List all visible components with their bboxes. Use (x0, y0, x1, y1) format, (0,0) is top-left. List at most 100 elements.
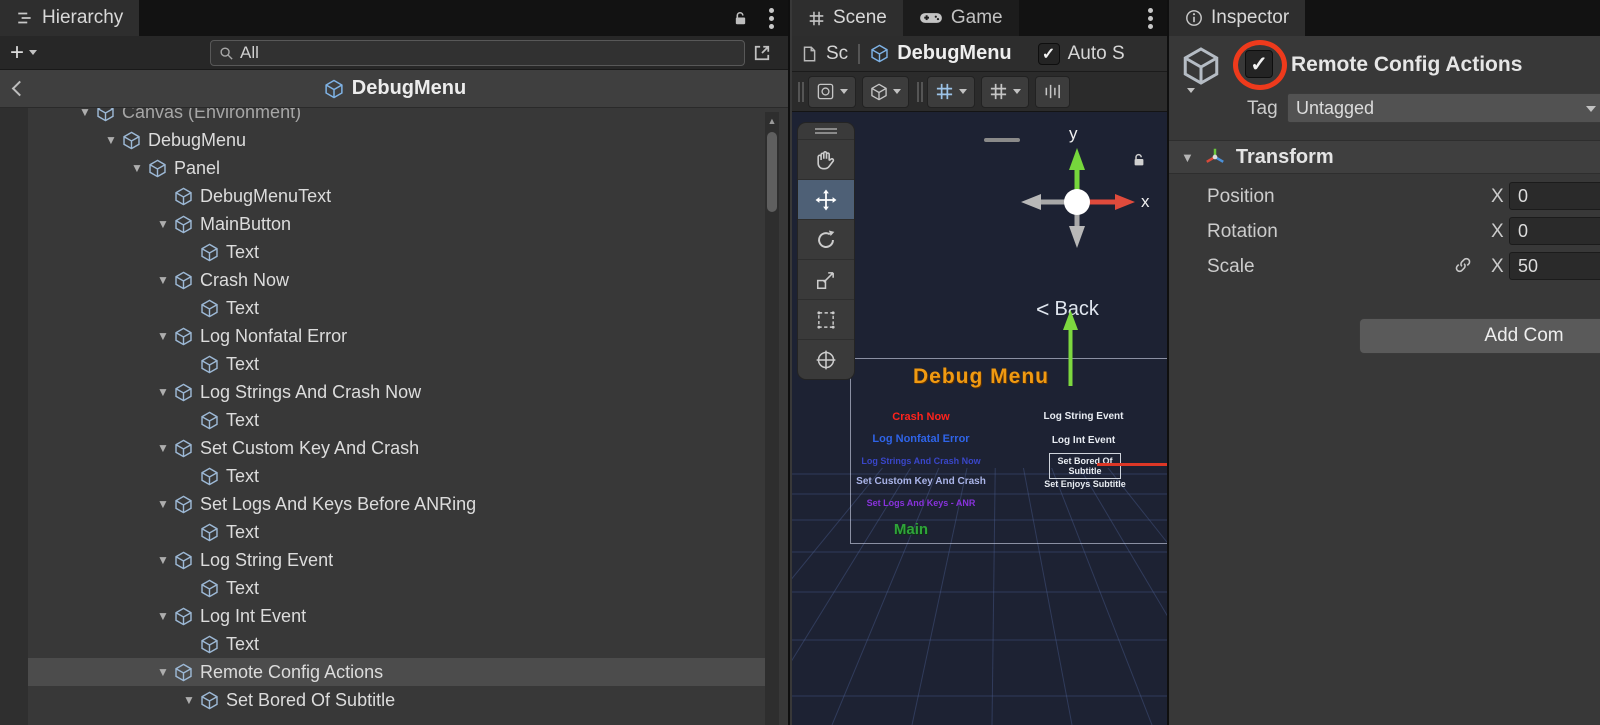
view-options-dropdown[interactable] (862, 76, 909, 108)
divider (858, 44, 860, 64)
hand-icon (815, 149, 837, 171)
foldout-icon[interactable]: ▼ (126, 161, 148, 175)
picker-icon[interactable] (752, 43, 772, 63)
tree-row[interactable]: ▼ Log Nonfatal Error (28, 322, 765, 350)
transform-tool-button[interactable] (798, 339, 854, 379)
tag-dropdown[interactable]: Untagged (1287, 93, 1600, 123)
hierarchy-scrollbar[interactable]: ▲ (765, 112, 779, 725)
scale-x-input[interactable]: 50 (1509, 252, 1600, 280)
search-icon (219, 46, 234, 61)
transform-tool-icon (815, 349, 837, 371)
game-tab-label: Game (951, 7, 1003, 29)
drag-handle-icon[interactable] (917, 82, 919, 102)
tree-row-label: Text (226, 522, 259, 543)
tree-row-selected[interactable]: ▼ Remote Config Actions (28, 658, 765, 686)
tools-drag-handle[interactable] (798, 123, 854, 139)
gamepad-icon (919, 10, 943, 26)
foldout-icon[interactable]: ▼ (152, 329, 174, 343)
foldout-icon[interactable]: ▼ (152, 497, 174, 511)
scale-link-icon[interactable] (1454, 256, 1472, 274)
tab-hierarchy[interactable]: Hierarchy (0, 0, 139, 36)
foldout-icon[interactable]: ▼ (152, 665, 174, 679)
tree-row[interactable]: ▼ Set Bored Of Subtitle (28, 686, 765, 714)
tab-scene[interactable]: Scene (792, 0, 903, 36)
rect-tool-button[interactable] (798, 299, 854, 339)
hand-tool-button[interactable] (798, 139, 854, 179)
rotation-x-input[interactable]: 0 (1509, 217, 1600, 245)
measure-tool-button[interactable] (1035, 76, 1070, 108)
move-tool-button[interactable] (798, 179, 854, 219)
chevron-down-icon (959, 89, 967, 94)
foldout-icon[interactable]: ▼ (152, 609, 174, 623)
prefab-crumb-label[interactable]: DebugMenu (897, 42, 1011, 65)
scale-label: Scale (1207, 256, 1255, 278)
gameobject-cube-icon[interactable] (1181, 46, 1221, 86)
scene-viewport[interactable]: y x < Back Debug Menu Crash Now Log Nonf… (792, 112, 1167, 725)
tree-row[interactable]: ▼ Panel (28, 154, 765, 182)
tree-row[interactable]: ▼ Text (28, 294, 765, 322)
search-input[interactable]: All (210, 40, 745, 66)
scrollbar-thumb[interactable] (767, 132, 777, 212)
foldout-icon[interactable]: ▼ (152, 273, 174, 287)
foldout-icon[interactable]: ▼ (152, 553, 174, 567)
hierarchy-gutter (0, 98, 28, 725)
autosave-checkbox[interactable]: ✓ (1038, 43, 1060, 65)
tree-row[interactable]: ▼ DebugMenuText (28, 182, 765, 210)
tree-row-label: Crash Now (200, 270, 289, 291)
move-gizmo-x-axis[interactable] (1097, 463, 1167, 466)
log-string-event-button: Log String Event (1031, 411, 1136, 422)
tree-row[interactable]: ▼ Log Int Event (28, 602, 765, 630)
tree-row[interactable]: ▼ Text (28, 462, 765, 490)
tree-row[interactable]: ▼ Set Logs And Keys Before ANRing (28, 490, 765, 518)
move-gizmo-y-axis[interactable] (1063, 310, 1078, 386)
rotation-x-label: X (1491, 221, 1504, 243)
foldout-icon[interactable]: ▼ (152, 217, 174, 231)
tree-row[interactable]: ▼ Text (28, 518, 765, 546)
tree-row[interactable]: ▼ Text (28, 238, 765, 266)
icon-picker-chevron[interactable] (1187, 88, 1195, 93)
grid-visibility-dropdown[interactable] (927, 76, 975, 108)
scenes-crumb-label[interactable]: Sc (826, 43, 848, 65)
tree-row[interactable]: ▼ Set Custom Key And Crash (28, 434, 765, 462)
drag-handle-icon[interactable] (798, 82, 800, 102)
hierarchy-toolbar: + All (0, 36, 790, 70)
add-component-button[interactable]: Add Com (1359, 318, 1600, 354)
scroll-up-icon[interactable]: ▲ (765, 116, 779, 126)
foldout-icon[interactable]: ▼ (152, 385, 174, 399)
tree-row[interactable]: ▼ Crash Now (28, 266, 765, 294)
foldout-icon[interactable]: ▼ (178, 693, 200, 707)
transform-component-header[interactable]: ▼ Transform (1169, 140, 1600, 174)
gizmo-lock-icon[interactable] (1131, 152, 1147, 168)
tree-row[interactable]: ▼ Log Strings And Crash Now (28, 378, 765, 406)
prefab-breadcrumb[interactable]: DebugMenu (0, 77, 790, 100)
scale-tool-button[interactable] (798, 259, 854, 299)
position-x-input[interactable]: 0 (1509, 182, 1600, 210)
tree-row[interactable]: ▼ Text (28, 406, 765, 434)
snap-settings-dropdown[interactable] (981, 76, 1029, 108)
rect-tool-icon (815, 309, 837, 331)
rotation-label: Rotation (1207, 221, 1278, 243)
foldout-icon[interactable]: ▼ (152, 441, 174, 455)
tab-inspector[interactable]: Inspector (1169, 0, 1305, 36)
scene-menu-icon[interactable] (1148, 16, 1153, 21)
tab-game[interactable]: Game (903, 0, 1019, 36)
tree-row-label: Log Nonfatal Error (200, 326, 347, 347)
lock-icon[interactable] (732, 10, 749, 27)
tree-row[interactable]: ▼ Text (28, 630, 765, 658)
tag-label: Tag (1247, 98, 1278, 120)
scale-x-value: 50 (1518, 256, 1538, 277)
tree-row[interactable]: ▼ MainButton (28, 210, 765, 238)
orientation-gizmo[interactable] (1007, 138, 1147, 278)
rotate-tool-button[interactable] (798, 219, 854, 259)
object-title: Remote Config Actions (1291, 53, 1522, 77)
create-button[interactable]: + (0, 41, 37, 65)
foldout-icon[interactable]: ▼ (100, 133, 122, 147)
tree-row[interactable]: ▼ Text (28, 350, 765, 378)
foldout-icon[interactable]: ▼ (1181, 150, 1194, 165)
draw-mode-dropdown[interactable] (808, 76, 856, 108)
tree-row[interactable]: ▼ Text (28, 574, 765, 602)
hierarchy-menu-icon[interactable] (769, 16, 774, 21)
tree-row[interactable]: ▼ DebugMenu (28, 126, 765, 154)
tree-row[interactable]: ▼ Log String Event (28, 546, 765, 574)
chevron-down-icon (1586, 106, 1596, 112)
